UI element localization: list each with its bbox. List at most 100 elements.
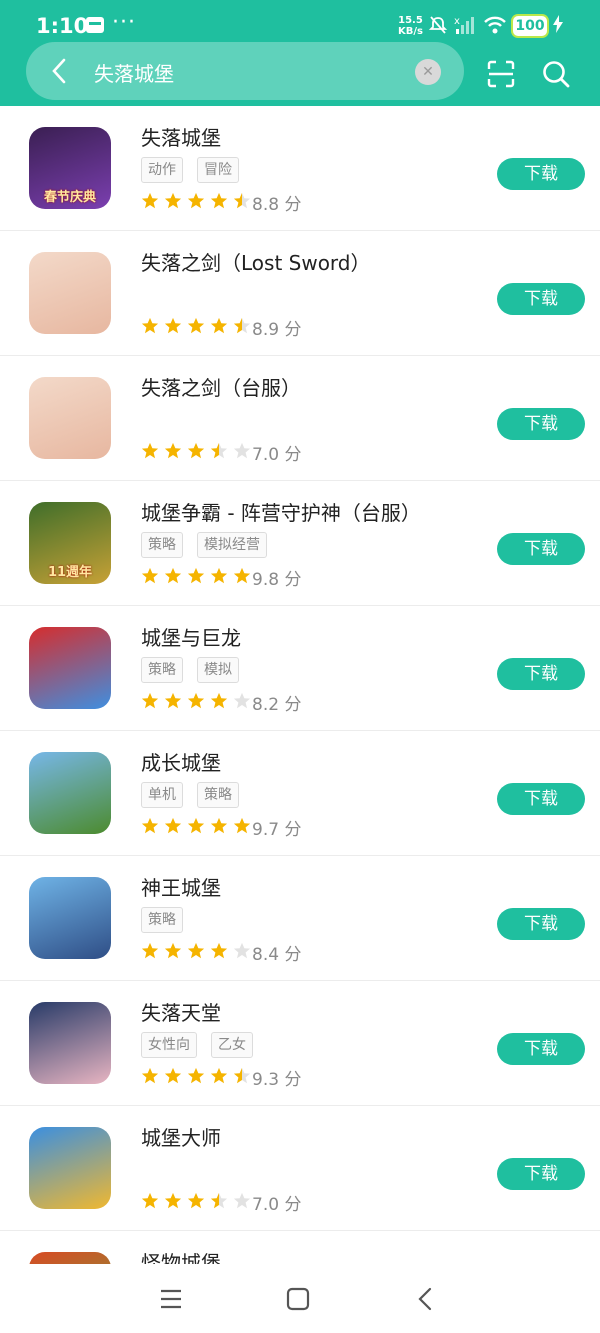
app-icon-lost-sword-tw[interactable]	[29, 377, 111, 459]
star-full-icon	[210, 817, 228, 834]
home-icon[interactable]	[285, 1286, 311, 1312]
star-full-icon	[164, 1192, 182, 1209]
app-icon-monster-castle[interactable]	[29, 1252, 111, 1264]
rating-score: 7.0 分	[252, 1195, 302, 1215]
app-row[interactable]: 11週年 城堡争霸 - 阵营守护神（台服） 策略 模拟经营 9.8 分 下载	[0, 481, 600, 606]
rating-score: 8.8 分	[252, 195, 302, 215]
app-name[interactable]: 神王城堡	[141, 872, 221, 901]
star-half-icon	[233, 1067, 251, 1084]
app-name[interactable]: 城堡争霸 - 阵营守护神（台服）	[141, 497, 421, 526]
app-icon-grow-castle[interactable]	[29, 752, 111, 834]
star-full-icon	[187, 442, 205, 459]
star-full-icon	[187, 192, 205, 209]
svg-text:x: x	[454, 16, 460, 27]
app-tag: 单机	[141, 782, 183, 808]
star-full-icon	[141, 192, 159, 209]
wifi-icon	[484, 16, 506, 34]
app-row[interactable]: 春节庆典 失落城堡 动作 冒险 8.8 分 下载	[0, 106, 600, 231]
app-tags: 女性向 乙女	[141, 1032, 267, 1058]
star-empty-icon	[233, 692, 251, 709]
star-full-icon	[210, 942, 228, 959]
app-icon-lost-paradise[interactable]	[29, 1002, 111, 1084]
star-full-icon	[233, 567, 251, 584]
star-empty-icon	[233, 1192, 251, 1209]
nav-back-icon[interactable]	[413, 1286, 439, 1312]
download-button[interactable]: 下载	[497, 408, 585, 440]
app-row[interactable]: 城堡与巨龙策略 模拟 8.2 分 下载	[0, 606, 600, 731]
app-tags: 策略 模拟经营	[141, 532, 281, 558]
star-full-icon	[187, 942, 205, 959]
download-button[interactable]: 下载	[497, 283, 585, 315]
scan-icon[interactable]	[487, 60, 515, 88]
star-full-icon	[233, 817, 251, 834]
star-full-icon	[141, 317, 159, 334]
app-name[interactable]: 城堡大师	[141, 1122, 221, 1151]
app-row[interactable]: 成长城堡 单机 策略 9.7 分 下载	[0, 731, 600, 856]
star-full-icon	[164, 567, 182, 584]
star-full-icon	[164, 192, 182, 209]
star-full-icon	[210, 192, 228, 209]
app-tags: 策略 模拟	[141, 657, 253, 683]
app-icon-castles-dragons[interactable]	[29, 627, 111, 709]
star-full-icon	[164, 692, 182, 709]
app-tag: 女性向	[141, 1032, 197, 1058]
search-icon[interactable]	[542, 60, 570, 88]
app-row[interactable]: 失落之剑（台服） 7.0 分 下载	[0, 356, 600, 481]
app-row[interactable]: 失落天堂 女性向 乙女 9.3 分 下载	[0, 981, 600, 1106]
star-full-icon	[141, 817, 159, 834]
clear-search-icon[interactable]: ✕	[415, 59, 441, 85]
download-button[interactable]: 下载	[497, 1033, 585, 1065]
star-full-icon	[164, 442, 182, 459]
app-icon-castle-master[interactable]	[29, 1127, 111, 1209]
app-icon-lost-sword[interactable]	[29, 252, 111, 334]
app-row[interactable]: 神王城堡 策略 8.4 分 下载	[0, 856, 600, 981]
download-button[interactable]: 下载	[497, 1158, 585, 1190]
app-icon-god-king-castle[interactable]	[29, 877, 111, 959]
app-icon-lost-castle[interactable]: 春节庆典	[29, 127, 111, 209]
download-button[interactable]: 下载	[497, 908, 585, 940]
star-empty-icon	[233, 942, 251, 959]
star-half-icon	[210, 442, 228, 459]
app-icon-label: 11週年	[47, 565, 93, 580]
app-name[interactable]: 失落天堂	[141, 997, 221, 1026]
search-results-list: 春节庆典 失落城堡 动作 冒险 8.8 分下载 失落之剑（Lost Sword） 8.9 分…	[0, 106, 600, 1264]
star-full-icon	[210, 567, 228, 584]
app-row[interactable]: 城堡大师 7.0 分 下载	[0, 1106, 600, 1231]
rating-score: 7.0 分	[252, 445, 302, 465]
download-button[interactable]: 下载	[497, 533, 585, 565]
status-time: 1:10	[36, 14, 89, 38]
search-input[interactable]: 失落城堡	[94, 58, 174, 87]
mute-bell-icon	[428, 16, 448, 34]
notification-app-icon	[86, 17, 104, 33]
rating-score: 8.2 分	[252, 695, 302, 715]
app-name[interactable]: 怪物城堡	[141, 1247, 221, 1264]
star-full-icon	[141, 1067, 159, 1084]
star-full-icon	[164, 1067, 182, 1084]
rating-score: 9.8 分	[252, 570, 302, 590]
status-bar: 1:10 ··· 15.5 KB/s x 100	[0, 0, 600, 40]
app-name[interactable]: 失落城堡	[141, 122, 221, 151]
app-name[interactable]: 失落之剑（Lost Sword）	[141, 247, 371, 276]
star-full-icon	[187, 817, 205, 834]
app-row[interactable]: 失落之剑（Lost Sword） 8.9 分 下载	[0, 231, 600, 356]
app-tag: 策略	[141, 657, 183, 683]
download-button[interactable]: 下载	[497, 658, 585, 690]
download-button[interactable]: 下载	[497, 783, 585, 815]
download-button[interactable]: 下载	[497, 158, 585, 190]
app-tags: 单机 策略	[141, 782, 253, 808]
app-tags: 策略	[141, 907, 197, 933]
app-name[interactable]: 失落之剑（台服）	[141, 372, 301, 401]
system-nav-bar	[0, 1264, 600, 1333]
app-icon-castle-clash[interactable]: 11週年	[29, 502, 111, 584]
search-bar[interactable]: 失落城堡 ✕	[26, 42, 464, 100]
menu-icon[interactable]	[158, 1286, 184, 1312]
app-name[interactable]: 城堡与巨龙	[141, 622, 241, 651]
app-row[interactable]: 怪物城堡	[0, 1231, 600, 1264]
star-full-icon	[141, 942, 159, 959]
back-arrow-icon[interactable]	[48, 56, 70, 86]
more-notifications-icon: ···	[112, 10, 136, 35]
app-name[interactable]: 成长城堡	[141, 747, 221, 776]
rating-score: 8.9 分	[252, 320, 302, 340]
star-full-icon	[187, 1067, 205, 1084]
app-tag: 模拟经营	[197, 532, 267, 558]
